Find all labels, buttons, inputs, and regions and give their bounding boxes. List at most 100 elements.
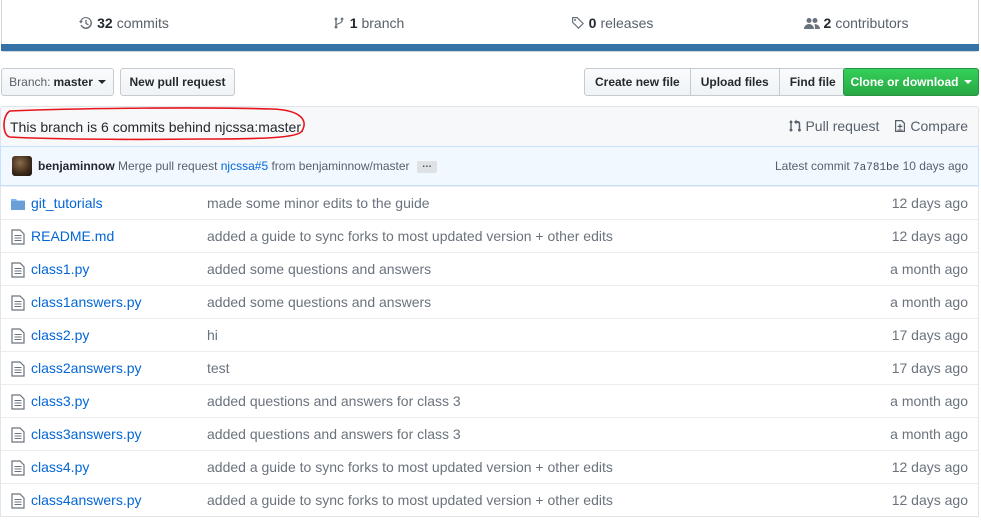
- compare-label: Compare: [910, 118, 968, 134]
- contributors-label: contributors: [835, 15, 909, 31]
- table-row: git_tutorials made some minor edits to t…: [1, 186, 978, 219]
- file-commit-message[interactable]: added some questions and answers: [207, 261, 431, 277]
- file-name-link[interactable]: class1.py: [31, 261, 89, 277]
- file-commit-message[interactable]: added questions and answers for class 3: [207, 393, 461, 409]
- table-row: README.md added a guide to sync forks to…: [1, 219, 978, 252]
- repo-summary: 32 commits 1 branch 0 releases 2 contrib…: [1, 0, 979, 52]
- branch-status-message: This branch is 6 commits behind njcssa:m…: [10, 119, 305, 135]
- branches-count: 1: [349, 15, 358, 31]
- file-name-link[interactable]: class4.py: [31, 459, 89, 475]
- branch-select-button[interactable]: Branch: master: [1, 68, 114, 96]
- commit-message-prefix[interactable]: Merge pull request: [118, 159, 217, 173]
- file-name-link[interactable]: git_tutorials: [31, 195, 103, 211]
- file-age: a month ago: [890, 393, 968, 409]
- file-icon: [11, 361, 25, 377]
- latest-commit-info: Latest commit 7a781be 10 days ago: [775, 159, 968, 174]
- new-pull-request-label: New pull request: [129, 75, 226, 89]
- file-name-link[interactable]: class2.py: [31, 327, 89, 343]
- commit-author[interactable]: benjaminnow: [38, 159, 115, 173]
- avatar[interactable]: [12, 156, 32, 176]
- commit-age: 10 days ago: [902, 159, 968, 173]
- expand-commit-button[interactable]: …: [416, 159, 437, 173]
- tag-icon: [571, 17, 584, 29]
- table-row: class3.py added questions and answers fo…: [1, 384, 978, 417]
- releases-link[interactable]: 0 releases: [490, 15, 734, 31]
- commit-sha-link[interactable]: 7a781be: [853, 162, 899, 174]
- table-row: class1answers.py added some questions an…: [1, 285, 978, 318]
- upload-files-button[interactable]: Upload files: [691, 69, 780, 95]
- table-row: class3answers.py added questions and ans…: [1, 417, 978, 450]
- latest-commit-label: Latest commit: [775, 159, 850, 173]
- create-new-file-button[interactable]: Create new file: [585, 69, 691, 95]
- compare-link[interactable]: Compare: [893, 118, 968, 134]
- file-icon: [11, 460, 25, 476]
- history-icon: [79, 16, 93, 29]
- pull-request-ref-link[interactable]: njcssa#5: [221, 159, 268, 173]
- file-list: git_tutorials made some minor edits to t…: [0, 186, 979, 517]
- releases-label: releases: [600, 15, 654, 31]
- latest-commit-bar: benjaminnow Merge pull request njcssa#5 …: [0, 146, 979, 186]
- table-row: class2answers.py test 17 days ago: [1, 351, 978, 384]
- releases-count: 0: [588, 15, 597, 31]
- file-name-link[interactable]: class4answers.py: [31, 492, 142, 508]
- branches-link[interactable]: 1 branch: [246, 15, 490, 31]
- clone-or-download-button[interactable]: Clone or download: [843, 68, 979, 96]
- branches-label: branch: [361, 15, 405, 31]
- file-age: 12 days ago: [891, 492, 968, 508]
- file-icon: [11, 427, 25, 443]
- file-actions-group: Create new file Upload files Find file: [584, 68, 847, 96]
- commits-count: 32: [97, 15, 113, 31]
- file-age: a month ago: [890, 294, 968, 310]
- new-pull-request-button[interactable]: New pull request: [120, 68, 235, 96]
- table-row: class1.py added some questions and answe…: [1, 252, 978, 285]
- file-name-link[interactable]: class3answers.py: [31, 426, 142, 442]
- commits-link[interactable]: 32 commits: [2, 15, 246, 31]
- file-age: 17 days ago: [891, 327, 968, 343]
- commit-message-suffix[interactable]: from benjaminnow/master: [271, 159, 409, 173]
- find-file-button[interactable]: Find file: [780, 69, 846, 95]
- pull-request-link[interactable]: Pull request: [788, 118, 879, 134]
- commits-label: commits: [116, 15, 169, 31]
- caret-down-icon: [97, 80, 106, 84]
- file-commit-message[interactable]: added some questions and answers: [207, 294, 431, 310]
- file-commit-message[interactable]: added a guide to sync forks to most upda…: [207, 492, 613, 508]
- language-bar[interactable]: [1, 44, 979, 51]
- caret-down-icon: [963, 80, 972, 84]
- file-name-link[interactable]: class3.py: [31, 393, 89, 409]
- file-icon: [11, 229, 25, 245]
- table-row: class4.py added a guide to sync forks to…: [1, 450, 978, 483]
- file-name-link[interactable]: class1answers.py: [31, 294, 142, 310]
- clone-label: Clone or download: [850, 75, 959, 89]
- pull-request-icon: [789, 119, 802, 132]
- branch-name: master: [53, 75, 93, 89]
- file-commit-message[interactable]: hi: [207, 327, 218, 343]
- pull-request-label: Pull request: [805, 118, 880, 134]
- file-age: 12 days ago: [891, 195, 968, 211]
- file-name-link[interactable]: class2answers.py: [31, 360, 142, 376]
- file-icon: [11, 328, 25, 344]
- file-commit-message[interactable]: added questions and answers for class 3: [207, 426, 461, 442]
- file-name-link[interactable]: README.md: [31, 228, 114, 244]
- file-age: 17 days ago: [891, 360, 968, 376]
- contributors-count: 2: [823, 15, 832, 31]
- file-icon: [11, 262, 25, 278]
- file-age: a month ago: [890, 261, 968, 277]
- file-commit-message[interactable]: test: [207, 360, 230, 376]
- file-commit-message[interactable]: added a guide to sync forks to most upda…: [207, 228, 613, 244]
- folder-icon: [11, 199, 25, 210]
- file-icon: [11, 394, 25, 410]
- file-commit-message[interactable]: added a guide to sync forks to most upda…: [207, 459, 613, 475]
- branch-prefix: Branch:: [9, 75, 51, 89]
- commit-message: benjaminnow Merge pull request njcssa#5 …: [38, 159, 437, 173]
- branch-icon: [334, 17, 344, 29]
- file-icon: [11, 493, 25, 509]
- file-icon: [11, 295, 25, 311]
- contributors-link[interactable]: 2 contributors: [734, 15, 978, 31]
- compare-icon: [895, 120, 906, 132]
- table-row: class4answers.py added a guide to sync f…: [1, 483, 978, 516]
- file-age: a month ago: [890, 426, 968, 442]
- file-age: 12 days ago: [891, 228, 968, 244]
- file-age: 12 days ago: [891, 459, 968, 475]
- people-icon: [803, 18, 820, 29]
- file-commit-message[interactable]: made some minor edits to the guide: [207, 195, 430, 211]
